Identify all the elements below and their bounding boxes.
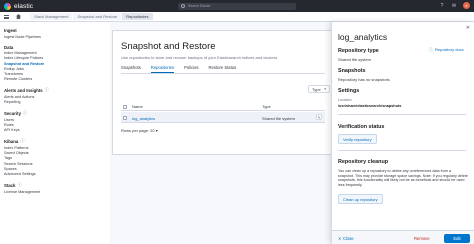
sidebar-section-kibana: Kibana ⓘ — [4, 138, 25, 144]
home-icon[interactable] — [16, 14, 21, 19]
sidebar-section-data: Data — [4, 44, 14, 50]
top-header: elastic Search Elastic ? ✉ e — [0, 0, 474, 12]
newsfeed-icon[interactable]: ✉ — [451, 3, 457, 9]
verification-status-heading: Verification status — [338, 124, 385, 130]
sidebar-item-ingest-pipelines[interactable]: Ingest Node Pipelines — [4, 35, 110, 40]
page-title: Snapshot and Restore — [121, 41, 216, 52]
type-filter-button[interactable]: Type ▾ — [308, 85, 330, 93]
sidebar-item-license-management[interactable]: License Management — [4, 190, 110, 195]
row-actions-icon[interactable]: ✎ — [316, 114, 322, 120]
chevron-down-icon: ▾ — [155, 128, 158, 133]
footer-close-label: Close — [343, 236, 354, 241]
tab-repositories[interactable]: Repositories — [150, 65, 175, 73]
clean-up-repository-button[interactable]: Clean up repository — [338, 194, 383, 204]
tab-snapshots[interactable]: Snapshots — [121, 65, 141, 73]
breadcrumb-snapshot-restore[interactable]: Snapshot and Restore — [73, 13, 122, 20]
repository-cleanup-heading: Repository cleanup — [338, 159, 389, 165]
breadcrumb-repositories: Repositories — [122, 13, 153, 20]
breadcrumb: Stack Management Snapshot and Restore Re… — [30, 13, 153, 20]
sidebar-section-alerts: Alerts and Insights ⓘ — [4, 87, 49, 93]
sidebar-item-api-keys[interactable]: API Keys — [4, 128, 110, 133]
repository-docs-link[interactable]: 📄 Repository docs — [428, 47, 464, 52]
page-description: Use repositories to store and recover ba… — [121, 55, 279, 60]
tab-policies[interactable]: Policies — [184, 65, 198, 73]
search-placeholder: Search Elastic — [188, 4, 211, 8]
user-avatar[interactable]: e — [463, 2, 470, 9]
settings-heading: Settings — [338, 88, 360, 94]
sidebar-section-ingest: Ingest — [4, 28, 17, 33]
row-checkbox[interactable] — [123, 115, 127, 120]
sidebar-item-remote-clusters[interactable]: Remote Clusters — [4, 77, 110, 82]
repository-type-heading: Repository type — [338, 48, 379, 54]
cleanup-description: You can clean up a repository to delete … — [338, 169, 468, 187]
help-icon[interactable]: ? — [439, 3, 445, 9]
elastic-logo-icon — [4, 2, 11, 10]
breadcrumb-bar: Stack Management Snapshot and Restore Re… — [0, 12, 474, 22]
cross-icon: ✕ — [338, 236, 342, 241]
info-icon: ⓘ — [17, 182, 22, 188]
content-panel: Snapshot and Restore Use repositories to… — [112, 30, 332, 155]
sidebar-item-advanced-settings[interactable]: Advanced Settings — [4, 172, 110, 177]
section-divider — [338, 150, 466, 151]
search-icon — [181, 4, 185, 8]
location-label: Location — [338, 98, 352, 102]
tab-divider — [121, 73, 325, 74]
snapshots-heading: Snapshots — [338, 68, 366, 74]
column-header-name[interactable]: Name — [132, 104, 143, 109]
chevron-down-icon: ▾ — [324, 87, 326, 91]
sidebar-item-reporting[interactable]: Reporting — [4, 100, 110, 105]
flyout-footer: ✕ Close Remove Edit — [332, 230, 474, 244]
column-header-type[interactable]: Type — [262, 104, 271, 109]
remove-button[interactable]: Remove — [414, 236, 430, 241]
footer-close-button[interactable]: ✕ Close — [338, 236, 354, 241]
management-sidebar: Ingest Ingest Node Pipelines Data Index … — [0, 22, 110, 244]
repository-type: Shared file system — [262, 115, 295, 121]
repository-docs-label: Repository docs — [434, 47, 464, 52]
sidebar-section-security: Security ⓘ — [4, 110, 27, 116]
documentation-icon: 📄 — [428, 47, 433, 52]
info-icon: ⓘ — [44, 87, 49, 93]
flyout-title: log_analytics — [338, 32, 388, 42]
section-divider — [338, 114, 466, 115]
close-icon[interactable]: ✕ — [466, 25, 470, 31]
table-row[interactable]: log_analytics Shared file system ✎ — [121, 112, 325, 123]
edit-button[interactable]: Edit — [444, 233, 470, 243]
repository-detail-flyout: ✕ log_analytics 📄 Repository docs Reposi… — [331, 22, 474, 244]
verify-repository-button[interactable]: Verify repository — [338, 134, 377, 144]
elastic-logo[interactable]: elastic — [4, 2, 34, 10]
rows-per-page-label: Rows per page: 20 — [121, 128, 155, 133]
rows-per-page-selector[interactable]: Rows per page: 20 ▾ — [121, 128, 158, 133]
table-header: Name Type — [121, 103, 325, 111]
type-filter-label: Type — [312, 87, 321, 92]
breadcrumb-stack-management[interactable]: Stack Management — [30, 13, 73, 20]
info-icon: ⓘ — [22, 110, 27, 116]
global-search-input[interactable]: Search Elastic — [178, 2, 296, 10]
tab-bar: Snapshots Repositories Policies Restore … — [121, 65, 236, 73]
select-all-checkbox[interactable] — [123, 104, 127, 109]
snapshots-value: Repository has no snapshots — [338, 77, 390, 82]
location-value: /usr/share/elasticsearch/snapshots — [338, 104, 402, 108]
menu-toggle-icon[interactable] — [4, 14, 9, 19]
info-icon: ⓘ — [20, 138, 25, 144]
brand-name: elastic — [14, 2, 34, 10]
repository-type-value: Shared file system — [338, 57, 371, 62]
sidebar-section-stack: Stack ⓘ — [4, 182, 22, 188]
repository-name-link[interactable]: log_analytics — [132, 116, 155, 121]
tab-restore-status[interactable]: Restore Status — [209, 65, 237, 73]
